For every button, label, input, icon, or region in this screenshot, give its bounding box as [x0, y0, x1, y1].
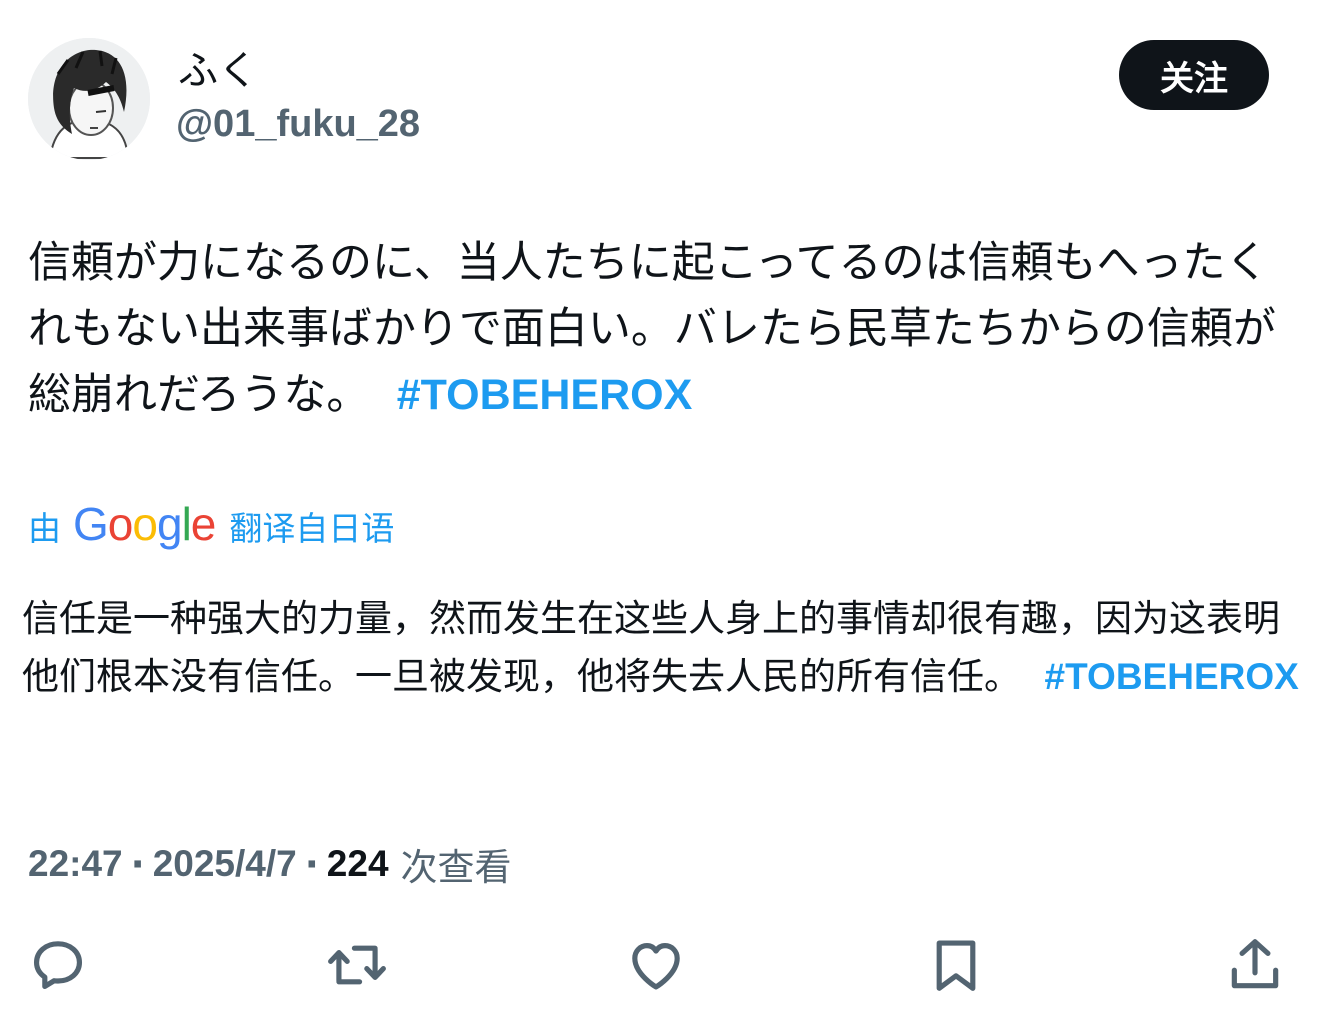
like-button[interactable] — [621, 930, 691, 1000]
view-label: 次查看 — [400, 846, 512, 889]
meta-separator: · — [130, 842, 145, 886]
like-icon — [632, 943, 680, 990]
tweet-time[interactable]: 22:47 — [28, 843, 123, 885]
view-count[interactable]: 224 — [327, 843, 389, 885]
hashtag-link[interactable]: #TOBEHEROX — [397, 371, 693, 419]
avatar[interactable] — [28, 38, 150, 160]
display-name[interactable]: ふく — [178, 46, 258, 96]
tweet-date[interactable]: 2025/4/7 — [153, 843, 297, 885]
translation-attribution[interactable]: 由 Google 翻译自日语 — [28, 498, 394, 554]
bookmark-icon — [936, 940, 976, 991]
google-logo: Google — [73, 498, 216, 550]
translation-prefix: 由 — [28, 509, 61, 548]
bookmark-button[interactable] — [921, 930, 991, 1000]
user-handle[interactable]: @01_fuku_28 — [176, 100, 420, 148]
share-button[interactable] — [1220, 930, 1290, 1000]
retweet-button[interactable] — [322, 930, 392, 1000]
translated-hashtag-link[interactable]: #TOBEHEROX — [1045, 656, 1299, 697]
action-bar — [0, 930, 1320, 1000]
share-icon — [1231, 939, 1279, 989]
translation-suffix: 翻译自日语 — [229, 509, 395, 548]
reply-icon — [33, 941, 83, 990]
meta-separator: · — [304, 842, 319, 886]
reply-button[interactable] — [23, 930, 93, 1000]
tweet-text: 信頼が力になるのに、当人たちに起こってるのは信頼もへったくれもない出来事ばかりで… — [28, 230, 1293, 428]
avatar-illustration — [28, 38, 150, 160]
follow-button[interactable]: 关注 — [1119, 40, 1269, 110]
tweet-meta: 22:47 · 2025/4/7 · 224 次查看 — [28, 838, 512, 890]
translated-text: 信任是一种强大的力量，然而发生在这些人身上的事情却很有趣，因为这表明他们根本没有… — [22, 590, 1302, 706]
retweet-icon — [328, 945, 386, 985]
